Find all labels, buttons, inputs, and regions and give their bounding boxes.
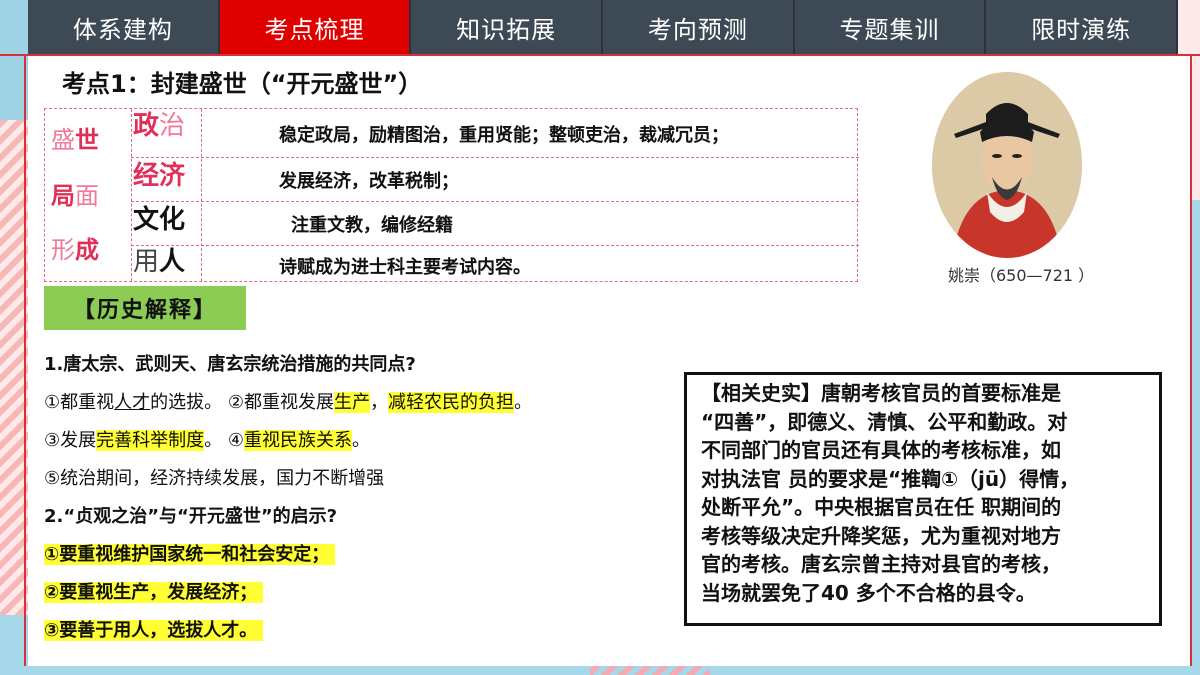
- portrait-image: [932, 72, 1082, 258]
- answer-2-line-2: ②要重视生产，发展经济；: [44, 578, 264, 604]
- fact-line: 处断平允”。中央根据官员在任 职期间的: [701, 495, 1062, 519]
- highlight-span: ②要重视生产，发展经济；: [44, 582, 264, 603]
- text-span: 。: [352, 430, 370, 451]
- category-economy: 经济: [133, 161, 185, 191]
- left-char: 形: [51, 236, 75, 264]
- fact-line: 考核等级决定升降奖惩，尤为重视对地方: [701, 523, 1061, 548]
- highlight-span: ③要善于用人，选拔人才。: [44, 620, 264, 641]
- category-char: 文化: [133, 205, 186, 235]
- nav-bar: 体系建构 考点梳理 知识拓展 考向预测 专题集训 限时演练: [28, 0, 1179, 54]
- category-politics: 政治: [133, 111, 185, 141]
- portrait-caption: 姚崇（650—721 ）: [948, 266, 1095, 285]
- fact-line: 官的考核。唐玄宗曾主持对县官的考核，: [701, 552, 1061, 576]
- left-char: 面: [75, 182, 99, 210]
- summary-table: 盛世 局面 形成 政治 经济 文化 用人 稳定政局，励精图治，重用贤能；整顿吏治…: [44, 108, 859, 282]
- table-divider: [131, 201, 859, 202]
- tab-1[interactable]: 体系建构: [28, 0, 220, 54]
- left-char: 世: [75, 126, 99, 154]
- historical-fact-box: 【相关史实】唐朝考核官员的首要标准是 “四善”，即德义、清慎、公平和勤政。对 不…: [684, 372, 1162, 626]
- text-span: ③发展: [44, 430, 97, 451]
- table-left-line-1: 盛世: [51, 127, 99, 153]
- table-left-line-2: 局面: [51, 183, 99, 209]
- text-span: 。: [514, 392, 532, 413]
- category-culture: 文化: [133, 205, 185, 235]
- fact-line: “四善”，即德义、清慎、公平和勤政。对: [701, 409, 1068, 434]
- decor-line: [0, 54, 1200, 56]
- decor-line: [1190, 54, 1192, 666]
- fact-line: 【相关史实】唐朝考核官员的首要标准是: [701, 381, 1061, 405]
- table-divider: [131, 157, 859, 158]
- tab-3[interactable]: 知识拓展: [411, 0, 604, 54]
- highlight-span: 减轻农民的负担: [388, 392, 514, 413]
- category-talent: 用人: [133, 247, 185, 277]
- section-label: 【历史解释】: [44, 286, 246, 330]
- answer-2-line-3: ③要善于用人，选拔人才。: [44, 616, 264, 642]
- table-divider: [131, 245, 859, 246]
- table-divider: [201, 109, 202, 281]
- left-char: 局: [51, 182, 75, 210]
- category-char: 经济: [133, 161, 186, 191]
- highlight-span: 生产: [334, 392, 370, 413]
- left-char: 盛: [51, 126, 75, 154]
- highlight-span: 完善科举制度: [96, 430, 205, 451]
- row-text-politics: 稳定政局，励精图治，重用贤能；整顿吏治，裁减冗员；: [279, 125, 729, 146]
- answer-1-line-3: ⑤统治期间，经济持续发展，国力不断增强: [44, 468, 385, 489]
- category-char: 人: [159, 247, 186, 277]
- tab-6[interactable]: 限时演练: [986, 0, 1179, 54]
- fact-line: 不同部门的官员还有具体的考核标准，如: [701, 438, 1061, 462]
- answer-1-line-1: ①都重视人才的选拔。 ②都重视发展生产，减轻农民的负担。: [44, 388, 532, 414]
- fact-line: 当场就罢免了40 多个不合格的县令。: [701, 580, 1036, 605]
- text-span: 的选拔。 ②都重视发展: [150, 392, 334, 413]
- text-span: 。 ④: [204, 430, 244, 451]
- highlight-span: ①要重视维护国家统一和社会安定；: [44, 544, 336, 565]
- decor-line: [24, 54, 26, 666]
- text-span: 人才: [114, 392, 151, 413]
- table-divider: [131, 109, 132, 281]
- row-text-economy: 发展经济，改革税制；: [279, 171, 459, 192]
- tab-4[interactable]: 考向预测: [603, 0, 795, 54]
- left-char: 成: [75, 236, 99, 264]
- text-span: ①都重视: [44, 392, 115, 413]
- slide: 体系建构 考点梳理 知识拓展 考向预测 专题集训 限时演练 考点1：封建盛世（“开元盛世”…: [0, 0, 1200, 675]
- category-char: 治: [159, 111, 186, 141]
- tab-5[interactable]: 专题集训: [794, 0, 987, 54]
- text-span: ，: [370, 392, 388, 413]
- highlight-span: 重视民族关系: [244, 430, 352, 451]
- question-1: 1.唐太宗、武则天、唐玄宗统治措施的共同点?: [44, 354, 416, 375]
- row-text-culture: 注重文教，编修经籍: [291, 215, 453, 236]
- table-left-line-3: 形成: [51, 237, 99, 263]
- tab-2[interactable]: 考点梳理: [219, 0, 412, 54]
- question-2: 2.“贞观之治”与“开元盛世”的启示?: [44, 506, 338, 527]
- answer-2-line-1: ①要重视维护国家统一和社会安定；: [44, 540, 336, 566]
- portrait-illustration: [932, 72, 1082, 258]
- answer-1-line-2: ③发展完善科举制度。 ④重视民族关系。: [44, 426, 370, 452]
- category-char: 用: [133, 247, 160, 277]
- fact-line: 对执法官 员的要求是“推鞫①（jū）得情，: [701, 466, 1080, 491]
- page-title: 考点1：封建盛世（“开元盛世”）: [62, 70, 423, 98]
- row-text-talent: 诗赋成为进士科主要考试内容。: [279, 257, 531, 278]
- category-char: 政: [133, 111, 160, 141]
